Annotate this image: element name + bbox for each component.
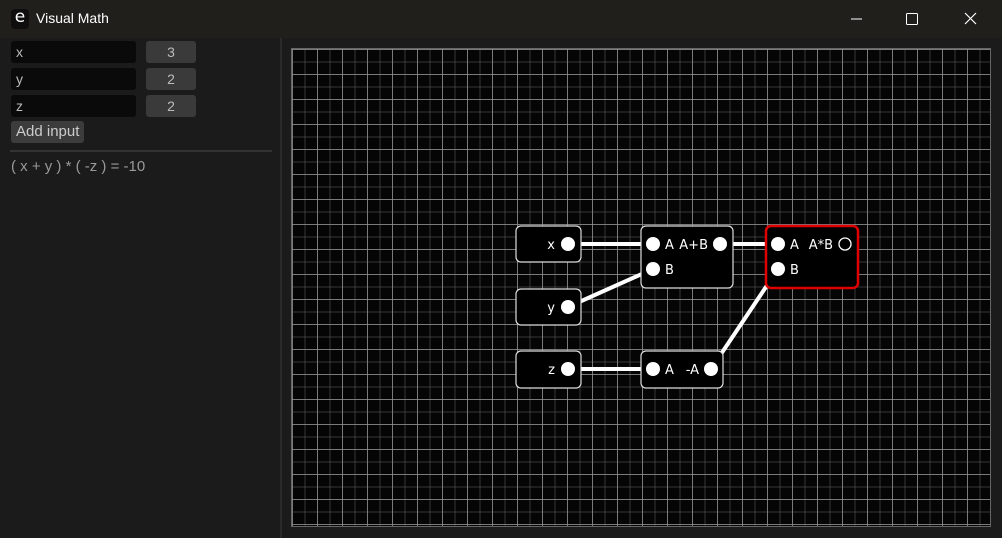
add-in-a-label: A	[665, 238, 674, 253]
port-z-out[interactable]	[561, 362, 575, 376]
port-add-out[interactable]	[713, 237, 727, 251]
node-x-label: x	[547, 238, 555, 253]
port-y-out[interactable]	[561, 300, 575, 314]
port-mul-a[interactable]	[771, 237, 785, 251]
port-mul-b[interactable]	[771, 262, 785, 276]
mul-in-b-label: B	[790, 263, 799, 278]
node-y-label: y	[547, 301, 555, 316]
node-graph: x y z A B A+B A -A A B A*B	[515, 224, 860, 389]
node-mul-selected[interactable]	[764, 224, 860, 290]
port-add-a[interactable]	[646, 237, 660, 251]
add-in-b-label: B	[665, 263, 674, 278]
neg-op-label: -A	[686, 363, 699, 378]
port-x-out[interactable]	[561, 237, 575, 251]
add-op-label: A+B	[679, 238, 708, 253]
node-add[interactable]	[640, 225, 734, 289]
mul-op-label: A*B	[809, 238, 833, 253]
port-neg-out[interactable]	[704, 362, 718, 376]
port-neg-a[interactable]	[646, 362, 660, 376]
mul-in-a-label: A	[790, 238, 799, 253]
port-mul-out[interactable]	[838, 237, 852, 251]
neg-in-a-label: A	[665, 363, 674, 378]
port-add-b[interactable]	[646, 262, 660, 276]
node-z-label: z	[548, 363, 555, 378]
